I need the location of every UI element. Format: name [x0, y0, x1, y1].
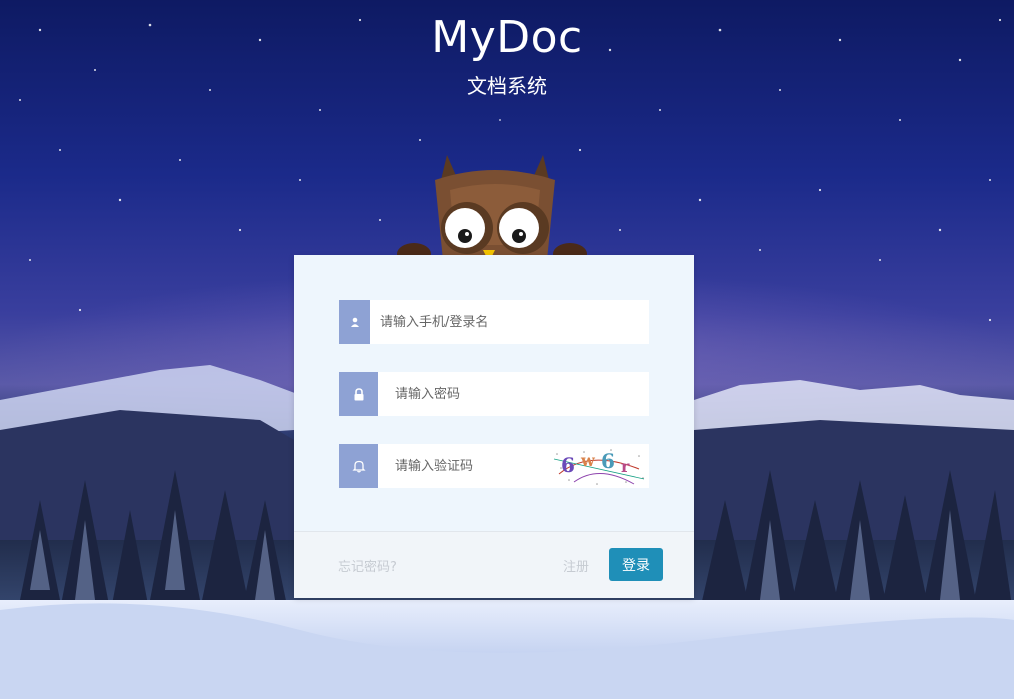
- owl-mascot: [397, 155, 587, 265]
- app-title: MyDoc: [431, 12, 583, 63]
- username-row: [339, 300, 649, 344]
- captcha-input[interactable]: [378, 444, 575, 488]
- login-page: MyDoc 文档系统 请输入手机/登录名 请输入验证码 6 w 6 r 忘记密码…: [0, 0, 1014, 699]
- password-input[interactable]: [378, 372, 649, 416]
- username-input[interactable]: [370, 300, 649, 344]
- login-panel: 6 w 6 r 忘记密码? 注册 登录: [294, 255, 694, 598]
- captcha-image[interactable]: 6 w 6 r: [549, 444, 649, 488]
- captcha-char-4: r: [621, 457, 630, 476]
- lock-icon: [339, 372, 378, 416]
- login-footer: 忘记密码? 注册 登录: [294, 531, 694, 598]
- login-button[interactable]: 登录: [609, 548, 663, 581]
- forgot-password-link[interactable]: 忘记密码?: [338, 556, 397, 575]
- captcha-row: [339, 444, 575, 488]
- login-form: 6 w 6 r: [294, 255, 694, 531]
- bell-icon: [339, 444, 378, 488]
- password-row: [339, 372, 649, 416]
- captcha-char-2: w: [580, 451, 596, 470]
- captcha-char-3: 6: [601, 449, 615, 473]
- app-subtitle: 文档系统: [467, 74, 547, 98]
- captcha-char-1: 6: [561, 453, 575, 477]
- register-link[interactable]: 注册: [563, 556, 589, 575]
- user-icon: [339, 300, 370, 344]
